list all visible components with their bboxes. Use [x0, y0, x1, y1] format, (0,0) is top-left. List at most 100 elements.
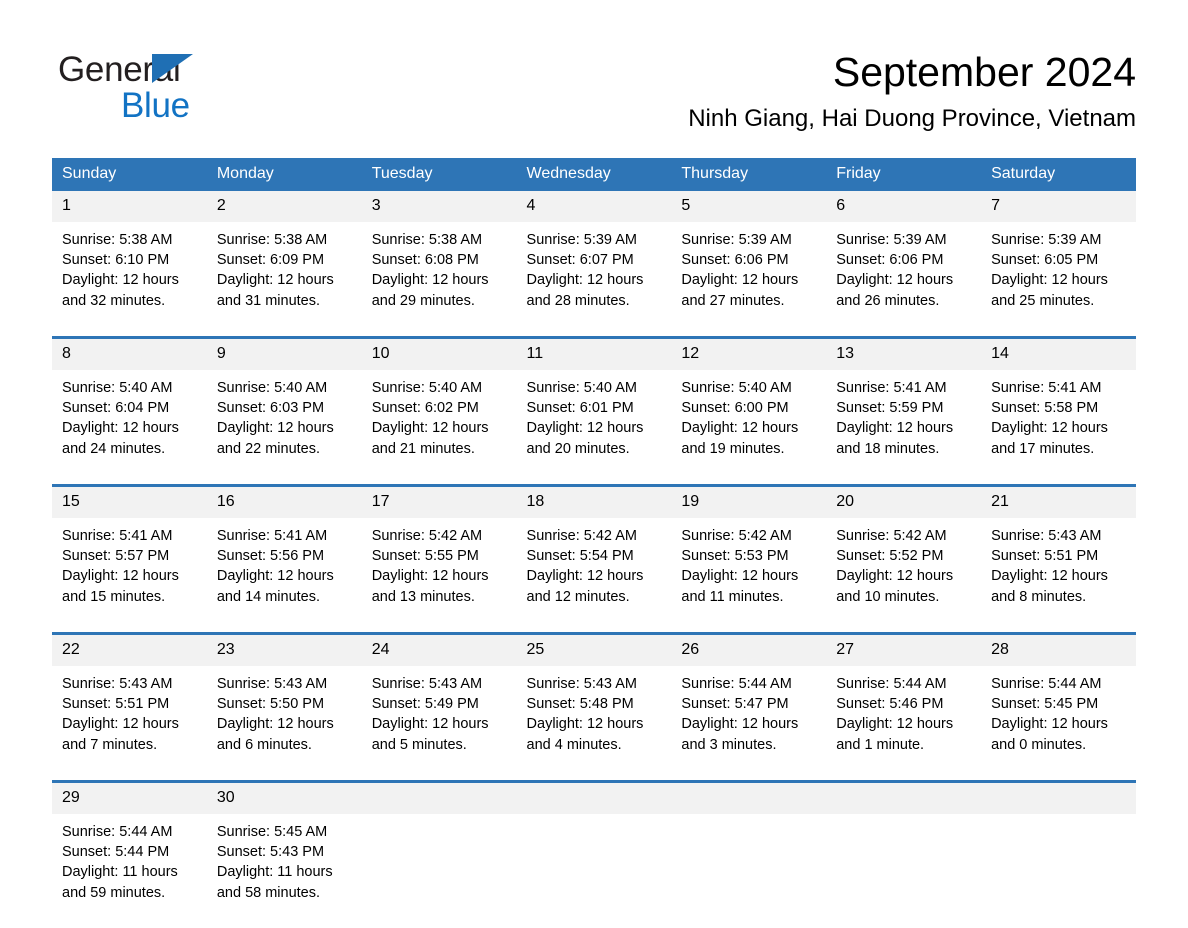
calendar-day-cell[interactable]: 23Sunrise: 5:43 AMSunset: 5:50 PMDayligh…	[207, 634, 362, 782]
daylight-text-line2: and 12 minutes.	[527, 587, 662, 607]
day-details: Sunrise: 5:39 AMSunset: 6:07 PMDaylight:…	[517, 222, 672, 336]
sunrise-text: Sunrise: 5:42 AM	[372, 526, 507, 546]
calendar-day-cell[interactable]: 13Sunrise: 5:41 AMSunset: 5:59 PMDayligh…	[826, 338, 981, 486]
calendar-week-row: 22Sunrise: 5:43 AMSunset: 5:51 PMDayligh…	[52, 634, 1136, 782]
calendar-day-cell[interactable]: 22Sunrise: 5:43 AMSunset: 5:51 PMDayligh…	[52, 634, 207, 782]
daylight-text-line1: Daylight: 12 hours	[62, 418, 197, 438]
day-number	[826, 783, 981, 814]
day-number: 8	[52, 339, 207, 370]
calendar-day-cell[interactable]: 17Sunrise: 5:42 AMSunset: 5:55 PMDayligh…	[362, 486, 517, 634]
sunrise-text: Sunrise: 5:44 AM	[681, 674, 816, 694]
day-details: Sunrise: 5:38 AMSunset: 6:08 PMDaylight:…	[362, 222, 517, 336]
sunrise-text: Sunrise: 5:39 AM	[836, 230, 971, 250]
calendar-day-cell[interactable]: 14Sunrise: 5:41 AMSunset: 5:58 PMDayligh…	[981, 338, 1136, 486]
calendar-day-cell[interactable]: 3Sunrise: 5:38 AMSunset: 6:08 PMDaylight…	[362, 191, 517, 338]
daylight-text-line1: Daylight: 12 hours	[372, 270, 507, 290]
calendar-day-cell[interactable]: 24Sunrise: 5:43 AMSunset: 5:49 PMDayligh…	[362, 634, 517, 782]
calendar-day-cell[interactable]: 29Sunrise: 5:44 AMSunset: 5:44 PMDayligh…	[52, 782, 207, 928]
calendar-day-cell[interactable]: 18Sunrise: 5:42 AMSunset: 5:54 PMDayligh…	[517, 486, 672, 634]
calendar-day-cell[interactable]: 27Sunrise: 5:44 AMSunset: 5:46 PMDayligh…	[826, 634, 981, 782]
day-number	[671, 783, 826, 814]
calendar-day-cell[interactable]: 9Sunrise: 5:40 AMSunset: 6:03 PMDaylight…	[207, 338, 362, 486]
sunrise-text: Sunrise: 5:38 AM	[217, 230, 352, 250]
daylight-text-line1: Daylight: 12 hours	[372, 418, 507, 438]
daylight-text-line2: and 6 minutes.	[217, 735, 352, 755]
sunrise-text: Sunrise: 5:39 AM	[991, 230, 1126, 250]
sunrise-text: Sunrise: 5:41 AM	[62, 526, 197, 546]
day-details: Sunrise: 5:43 AMSunset: 5:51 PMDaylight:…	[981, 518, 1136, 632]
daylight-text-line1: Daylight: 12 hours	[62, 714, 197, 734]
daylight-text-line1: Daylight: 12 hours	[527, 714, 662, 734]
daylight-text-line1: Daylight: 12 hours	[836, 714, 971, 734]
day-number: 12	[671, 339, 826, 370]
calendar-day-cell[interactable]: 2Sunrise: 5:38 AMSunset: 6:09 PMDaylight…	[207, 191, 362, 338]
weekday-header-wednesday: Wednesday	[517, 158, 672, 191]
sunset-text: Sunset: 5:56 PM	[217, 546, 352, 566]
day-number: 4	[517, 191, 672, 222]
day-details: Sunrise: 5:40 AMSunset: 6:01 PMDaylight:…	[517, 370, 672, 484]
sunset-text: Sunset: 6:01 PM	[527, 398, 662, 418]
calendar-day-cell[interactable]: 12Sunrise: 5:40 AMSunset: 6:00 PMDayligh…	[671, 338, 826, 486]
calendar-day-cell[interactable]: 1Sunrise: 5:38 AMSunset: 6:10 PMDaylight…	[52, 191, 207, 338]
daylight-text-line2: and 13 minutes.	[372, 587, 507, 607]
day-details: Sunrise: 5:44 AMSunset: 5:47 PMDaylight:…	[671, 666, 826, 780]
day-details: Sunrise: 5:39 AMSunset: 6:06 PMDaylight:…	[671, 222, 826, 336]
day-details: Sunrise: 5:40 AMSunset: 6:02 PMDaylight:…	[362, 370, 517, 484]
day-number	[362, 783, 517, 814]
calendar-day-cell[interactable]: 21Sunrise: 5:43 AMSunset: 5:51 PMDayligh…	[981, 486, 1136, 634]
day-details: Sunrise: 5:40 AMSunset: 6:03 PMDaylight:…	[207, 370, 362, 484]
day-details: Sunrise: 5:41 AMSunset: 5:56 PMDaylight:…	[207, 518, 362, 632]
day-details: Sunrise: 5:42 AMSunset: 5:53 PMDaylight:…	[671, 518, 826, 632]
sunrise-text: Sunrise: 5:44 AM	[991, 674, 1126, 694]
sunset-text: Sunset: 6:04 PM	[62, 398, 197, 418]
daylight-text-line1: Daylight: 12 hours	[991, 714, 1126, 734]
sunset-text: Sunset: 6:06 PM	[681, 250, 816, 270]
daylight-text-line2: and 0 minutes.	[991, 735, 1126, 755]
sunset-text: Sunset: 5:47 PM	[681, 694, 816, 714]
day-number: 26	[671, 635, 826, 666]
calendar-day-cell[interactable]: 7Sunrise: 5:39 AMSunset: 6:05 PMDaylight…	[981, 191, 1136, 338]
day-details: Sunrise: 5:41 AMSunset: 5:58 PMDaylight:…	[981, 370, 1136, 484]
calendar-day-cell[interactable]: 11Sunrise: 5:40 AMSunset: 6:01 PMDayligh…	[517, 338, 672, 486]
calendar-day-cell[interactable]: 15Sunrise: 5:41 AMSunset: 5:57 PMDayligh…	[52, 486, 207, 634]
sunrise-text: Sunrise: 5:41 AM	[836, 378, 971, 398]
general-blue-logo[interactable]: General Blue	[58, 52, 288, 124]
day-number: 13	[826, 339, 981, 370]
calendar-day-cell[interactable]: 16Sunrise: 5:41 AMSunset: 5:56 PMDayligh…	[207, 486, 362, 634]
sunrise-text: Sunrise: 5:38 AM	[372, 230, 507, 250]
daylight-text-line2: and 31 minutes.	[217, 291, 352, 311]
day-details: Sunrise: 5:40 AMSunset: 6:00 PMDaylight:…	[671, 370, 826, 484]
page-header: General Blue September 2024 Ninh Giang, …	[0, 0, 1188, 108]
day-number: 17	[362, 487, 517, 518]
daylight-text-line1: Daylight: 12 hours	[527, 418, 662, 438]
daylight-text-line1: Daylight: 12 hours	[372, 714, 507, 734]
day-details: Sunrise: 5:38 AMSunset: 6:10 PMDaylight:…	[52, 222, 207, 336]
day-number: 3	[362, 191, 517, 222]
sunrise-text: Sunrise: 5:43 AM	[991, 526, 1126, 546]
calendar-day-cell[interactable]: 5Sunrise: 5:39 AMSunset: 6:06 PMDaylight…	[671, 191, 826, 338]
calendar-day-cell[interactable]: 10Sunrise: 5:40 AMSunset: 6:02 PMDayligh…	[362, 338, 517, 486]
calendar-day-cell[interactable]: 8Sunrise: 5:40 AMSunset: 6:04 PMDaylight…	[52, 338, 207, 486]
day-number: 23	[207, 635, 362, 666]
sunset-text: Sunset: 5:43 PM	[217, 842, 352, 862]
daylight-text-line1: Daylight: 12 hours	[681, 566, 816, 586]
calendar-day-cell[interactable]: 25Sunrise: 5:43 AMSunset: 5:48 PMDayligh…	[517, 634, 672, 782]
day-number: 1	[52, 191, 207, 222]
day-details: Sunrise: 5:42 AMSunset: 5:54 PMDaylight:…	[517, 518, 672, 632]
calendar-day-cell[interactable]: 28Sunrise: 5:44 AMSunset: 5:45 PMDayligh…	[981, 634, 1136, 782]
calendar-day-cell[interactable]: 4Sunrise: 5:39 AMSunset: 6:07 PMDaylight…	[517, 191, 672, 338]
calendar-day-cell[interactable]: 20Sunrise: 5:42 AMSunset: 5:52 PMDayligh…	[826, 486, 981, 634]
calendar-day-cell-empty	[517, 782, 672, 928]
calendar-day-cell[interactable]: 6Sunrise: 5:39 AMSunset: 6:06 PMDaylight…	[826, 191, 981, 338]
day-details	[671, 814, 826, 928]
sunset-text: Sunset: 5:57 PM	[62, 546, 197, 566]
day-details	[826, 814, 981, 928]
daylight-text-line1: Daylight: 12 hours	[372, 566, 507, 586]
calendar-day-cell[interactable]: 19Sunrise: 5:42 AMSunset: 5:53 PMDayligh…	[671, 486, 826, 634]
sunrise-text: Sunrise: 5:40 AM	[527, 378, 662, 398]
day-number: 28	[981, 635, 1136, 666]
sunset-text: Sunset: 5:51 PM	[991, 546, 1126, 566]
calendar-day-cell[interactable]: 26Sunrise: 5:44 AMSunset: 5:47 PMDayligh…	[671, 634, 826, 782]
daylight-text-line2: and 17 minutes.	[991, 439, 1126, 459]
calendar-day-cell[interactable]: 30Sunrise: 5:45 AMSunset: 5:43 PMDayligh…	[207, 782, 362, 928]
